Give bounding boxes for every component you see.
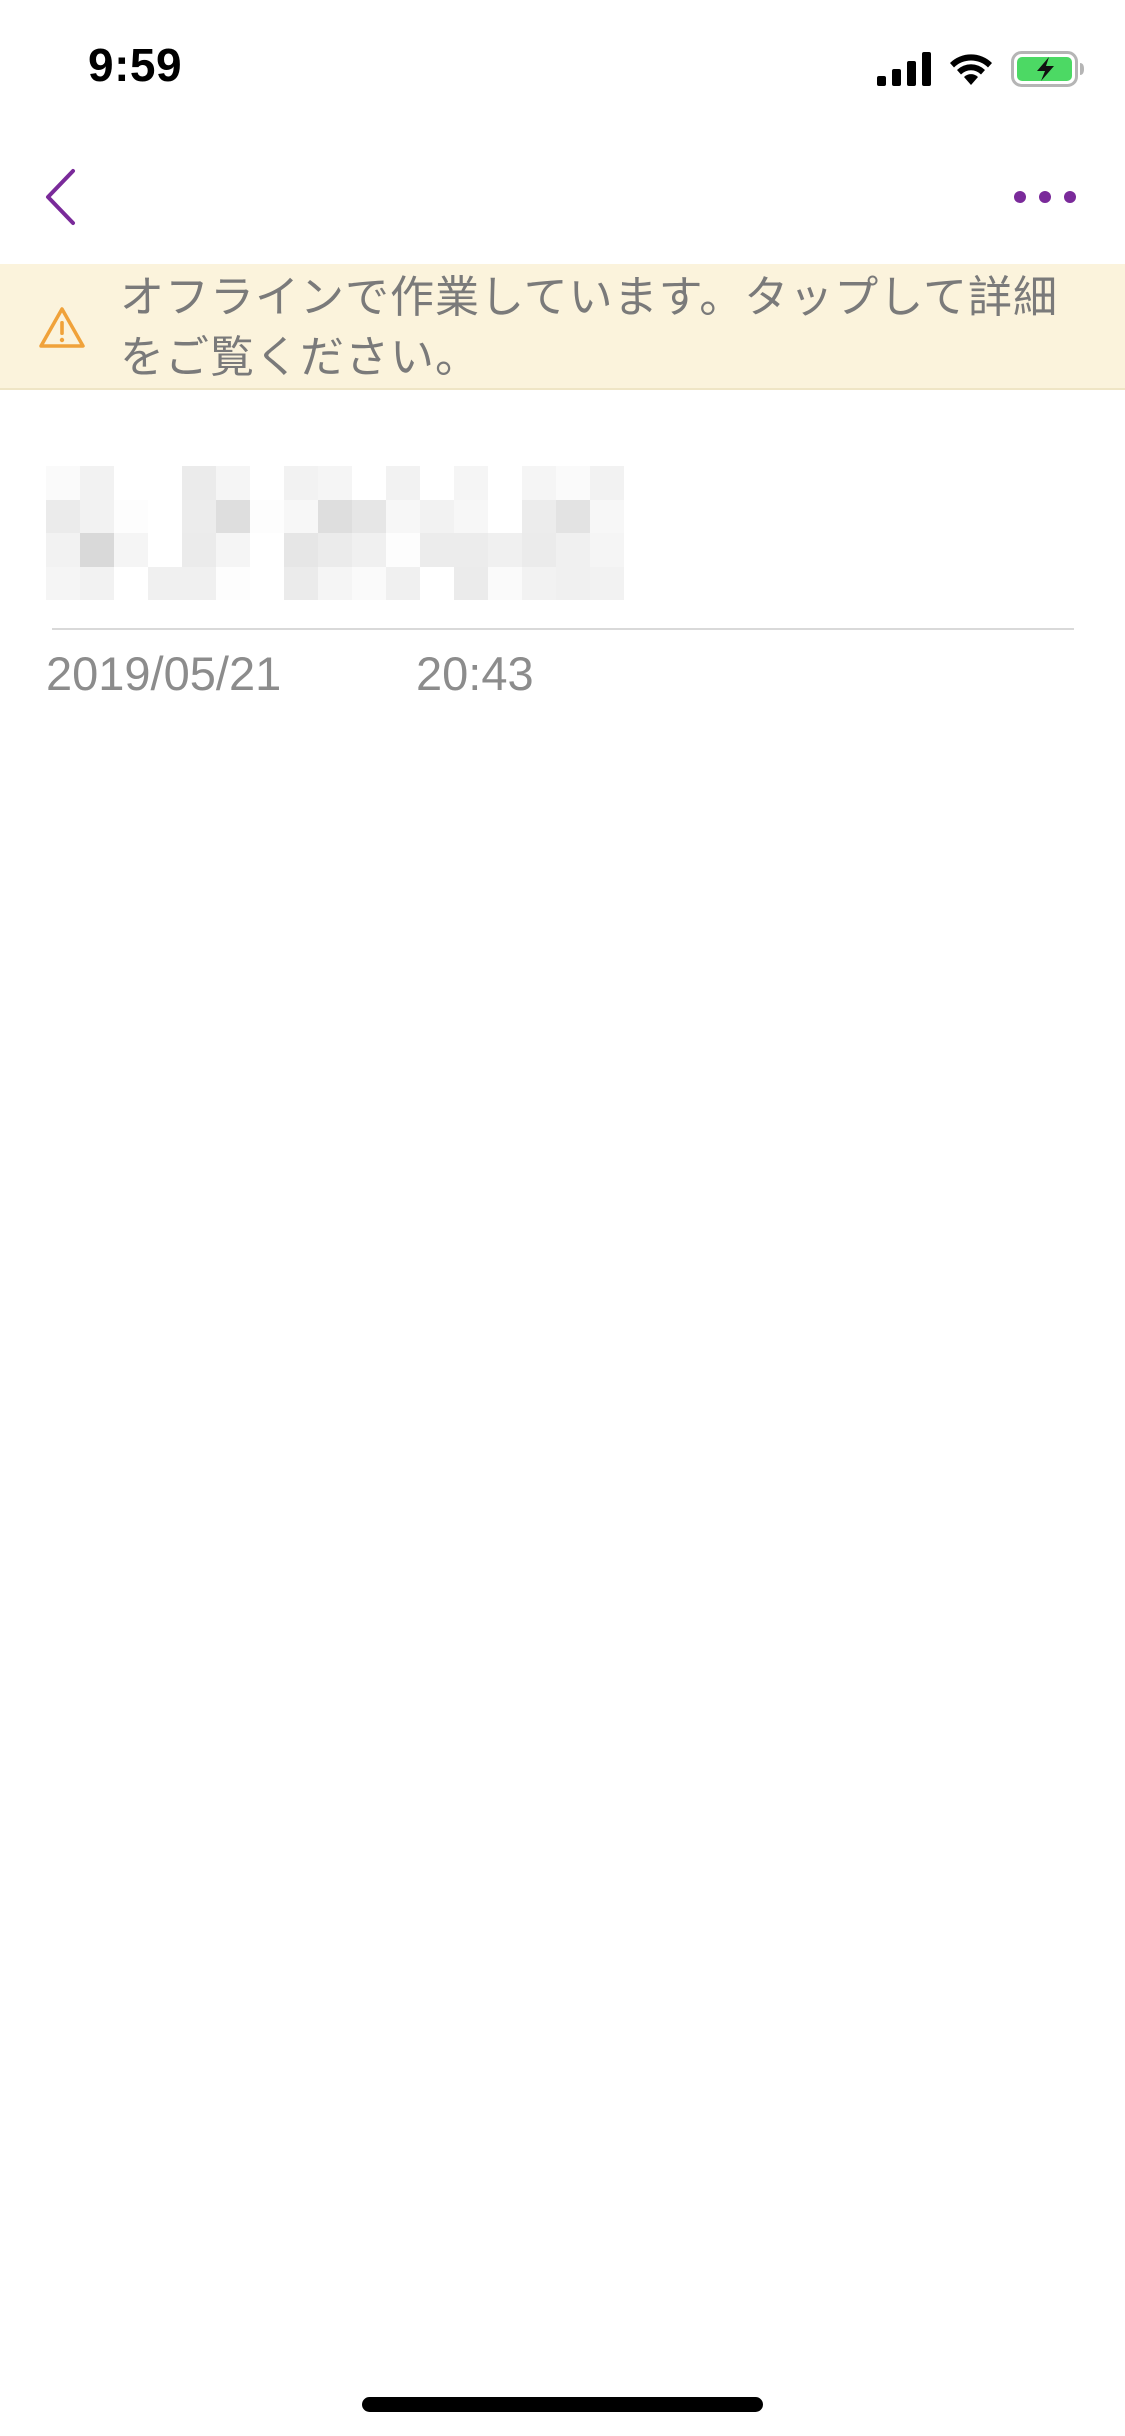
- note-date: 2019/05/21: [46, 647, 282, 700]
- redaction-pixel: [352, 566, 386, 600]
- redaction-pixel: [590, 533, 624, 567]
- redaction-pixel: [420, 499, 454, 533]
- redaction-pixel: [250, 566, 284, 600]
- redaction-pixel: [488, 499, 522, 533]
- redaction-pixel: [114, 533, 148, 567]
- more-horizontal-icon: [1014, 191, 1076, 203]
- redaction-pixel: [488, 566, 522, 600]
- redaction-pixel: [318, 533, 352, 567]
- more-options-button[interactable]: [995, 162, 1095, 232]
- cellular-signal-icon: [877, 52, 931, 86]
- redaction-pixel: [590, 499, 624, 533]
- redaction-pixel: [488, 466, 522, 500]
- wifi-icon: [950, 54, 992, 85]
- warning-triangle-icon: [39, 307, 85, 348]
- back-button[interactable]: [30, 162, 90, 232]
- redaction-pixel: [182, 533, 216, 567]
- redaction-pixel: [386, 533, 420, 567]
- redaction-pixel: [522, 566, 556, 600]
- redaction-pixel: [590, 466, 624, 500]
- status-bar: 9:59: [0, 0, 1125, 132]
- redaction-pixel: [284, 466, 318, 500]
- home-indicator[interactable]: [362, 2397, 763, 2412]
- redaction-pixel: [352, 466, 386, 500]
- redaction-pixel: [386, 466, 420, 500]
- redaction-pixel: [556, 499, 590, 533]
- note-screen: 9:59 オフラインで作業しています。タップして詳細をご覧ください。 2019/…: [0, 0, 1125, 2436]
- status-icons: [877, 48, 1085, 90]
- note-time: 20:43: [416, 647, 534, 700]
- redaction-pixel: [148, 566, 182, 600]
- redaction-pixel: [114, 566, 148, 600]
- redaction-pixel: [386, 499, 420, 533]
- redaction-pixel: [114, 466, 148, 500]
- redaction-pixel: [318, 566, 352, 600]
- redaction-pixel: [386, 566, 420, 600]
- redaction-pixel: [284, 533, 318, 567]
- redaction-pixel: [216, 533, 250, 567]
- redaction-pixel: [522, 533, 556, 567]
- redaction-pixel: [454, 533, 488, 567]
- status-time: 9:59: [88, 39, 183, 91]
- redaction-pixel: [590, 566, 624, 600]
- redaction-pixel: [522, 466, 556, 500]
- redaction-pixel: [80, 533, 114, 567]
- redaction-pixel: [46, 466, 80, 500]
- redaction-pixel: [182, 499, 216, 533]
- redaction-pixel: [46, 499, 80, 533]
- battery-charging-icon: [1011, 51, 1084, 87]
- redaction-pixel: [114, 499, 148, 533]
- chevron-left-icon: [46, 169, 75, 225]
- redaction-pixel: [216, 566, 250, 600]
- redaction-pixel: [284, 566, 318, 600]
- redaction-pixel: [250, 466, 284, 500]
- redaction-pixel: [420, 466, 454, 500]
- redaction-pixel: [318, 499, 352, 533]
- redaction-pixel: [454, 566, 488, 600]
- redaction-pixel: [352, 499, 386, 533]
- redaction-pixel: [420, 566, 454, 600]
- navigation-bar: [0, 132, 1125, 264]
- redaction-pixel: [80, 566, 114, 600]
- title-divider: [52, 628, 1074, 630]
- redaction-pixel: [46, 533, 80, 567]
- redaction-pixel: [148, 533, 182, 567]
- redaction-pixel: [250, 499, 284, 533]
- redaction-pixel: [80, 466, 114, 500]
- offline-banner[interactable]: オフラインで作業しています。タップして詳細をご覧ください。: [0, 264, 1125, 390]
- redaction-pixel: [250, 533, 284, 567]
- redaction-pixel: [454, 466, 488, 500]
- redaction-pixel: [148, 466, 182, 500]
- redaction-pixel: [216, 499, 250, 533]
- redaction-pixel: [556, 533, 590, 567]
- redaction-pixel: [182, 566, 216, 600]
- redaction-pixel: [148, 499, 182, 533]
- redaction-pixel: [488, 533, 522, 567]
- redaction-pixel: [80, 499, 114, 533]
- redaction-pixel: [522, 499, 556, 533]
- redaction-pixel: [352, 533, 386, 567]
- redaction-pixel: [420, 533, 454, 567]
- redaction-pixel: [216, 466, 250, 500]
- redaction-pixel: [318, 466, 352, 500]
- redaction-pixel: [556, 566, 590, 600]
- offline-message: オフラインで作業しています。タップして詳細をご覧ください。: [120, 272, 1058, 383]
- redaction-pixel: [182, 466, 216, 500]
- redaction-pixel: [556, 466, 590, 500]
- redaction-pixel: [454, 499, 488, 533]
- note-title-redacted[interactable]: [46, 466, 626, 600]
- redaction-pixel: [284, 499, 318, 533]
- redaction-pixel: [46, 566, 80, 600]
